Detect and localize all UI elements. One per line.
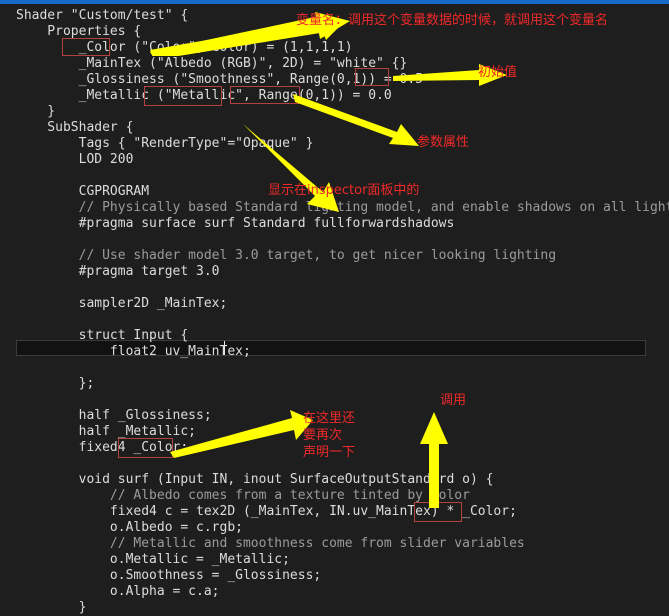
code-line[interactable]: }; (16, 376, 95, 392)
text-caret (224, 341, 225, 355)
code-line[interactable]: fixed4 _Color; (16, 440, 189, 456)
code-line[interactable]: sampler2D _MainTex; (16, 296, 228, 312)
code-line[interactable]: o.Smoothness = _Glossiness; (16, 568, 321, 584)
code-line[interactable]: _MainTex ("Albedo (RGB)", 2D) = "white" … (16, 56, 408, 72)
code-line[interactable]: } (16, 104, 55, 120)
annotation-redeclare-line2: 要再次 (303, 428, 343, 443)
code-line[interactable]: o.Alpha = c.a; (16, 584, 220, 600)
code-line[interactable]: // Use shader model 3.0 target, to get n… (16, 248, 556, 264)
code-line[interactable]: SubShader { (16, 120, 133, 136)
code-line[interactable]: CGPROGRAM (16, 184, 149, 200)
annotation-redeclare-line3: 声明一下 (303, 445, 356, 460)
code-line[interactable]: LOD 200 (16, 152, 134, 168)
annotation-initial-value: 初始值 (478, 65, 518, 80)
code-line[interactable]: Properties { (16, 24, 141, 40)
code-line[interactable]: #pragma target 3.0 (16, 264, 220, 280)
arrow-to-redeclare-note (170, 410, 313, 458)
code-line[interactable]: struct Input { (16, 328, 189, 344)
code-line[interactable]: #pragma surface surf Standard fullforwar… (16, 216, 455, 232)
code-line[interactable]: // Metallic and smoothness come from sli… (16, 536, 525, 552)
annotation-variable-name: 变量名：调用这个变量数据的时候，就调用这个变量名 (296, 13, 609, 28)
code-line[interactable]: o.Metallic = _Metallic; (16, 552, 290, 568)
code-line[interactable]: _Glossiness ("Smoothness", Range(0,1)) =… (16, 72, 423, 88)
annotation-inspector: 显示在inspector面板中的 (268, 183, 420, 198)
arrow-to-call-note (420, 412, 448, 508)
code-line[interactable]: o.Albedo = c.rgb; (16, 520, 243, 536)
annotation-parameter-property: 参数属性 (417, 135, 470, 150)
code-line[interactable]: half _Metallic; (16, 424, 196, 440)
annotation-call: 调用 (440, 393, 467, 408)
annotation-redeclare-line1: 在这里还 (303, 411, 356, 426)
code-line[interactable]: } (16, 600, 87, 616)
code-line[interactable]: float2 uv_MainTex; (16, 344, 251, 360)
arrow-to-inspector-note (243, 124, 339, 212)
code-line[interactable]: // Albedo comes from a texture tinted by… (16, 488, 470, 504)
code-editor[interactable]: Shader "Custom/test" { Properties { _Col… (0, 4, 669, 615)
